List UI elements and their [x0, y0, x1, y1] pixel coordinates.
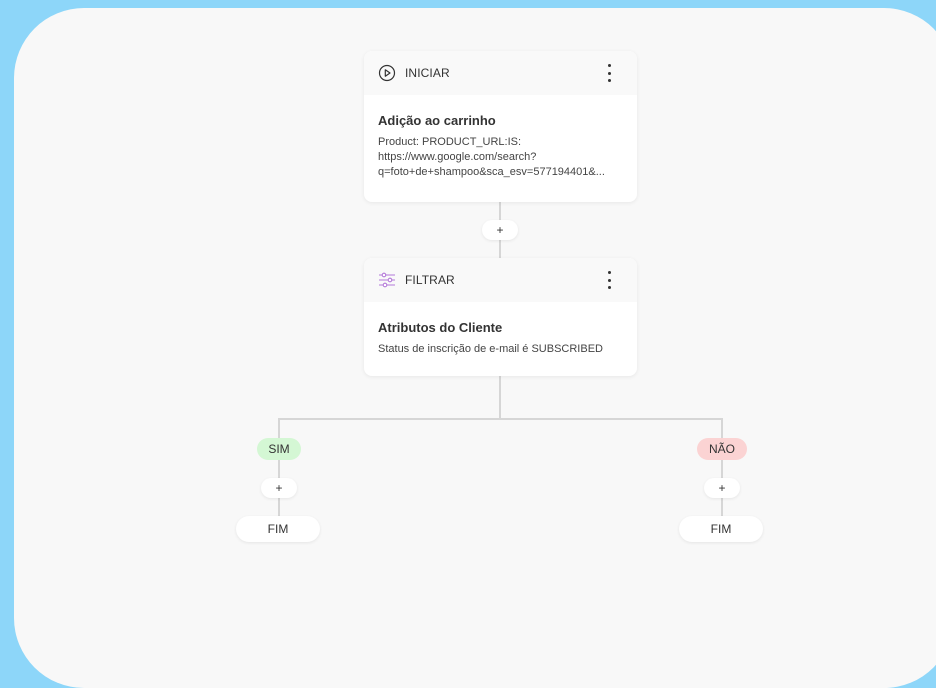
filter-node-title: Atributos do Cliente: [378, 320, 503, 335]
no-branch-badge: NÃO: [697, 438, 747, 460]
add-step-button[interactable]: +: [482, 220, 518, 240]
connector-branch-horizontal: [278, 418, 723, 420]
start-node-description: Product: PRODUCT_URL:IS: https://www.goo…: [378, 135, 623, 180]
no-branch-add-button[interactable]: +: [704, 478, 740, 498]
yes-branch-add-button[interactable]: +: [261, 478, 297, 498]
yes-branch-badge: SIM: [257, 438, 301, 460]
filter-node-description: Status de inscrição de e-mail é SUBSCRIB…: [378, 343, 603, 355]
start-node-line: q=foto+de+shampoo&sca_esv=577194401&...: [378, 166, 605, 178]
play-circle-icon: [378, 64, 396, 82]
connector-filter-down: [499, 376, 501, 419]
filter-node-body: Atributos do Cliente Status de inscrição…: [364, 302, 637, 371]
connector-start-to-plus: [499, 202, 501, 222]
filter-node-label: FILTRAR: [405, 273, 455, 287]
filter-node[interactable]: FILTRAR Atributos do Cliente Status de i…: [364, 258, 637, 376]
start-node-header: INICIAR: [364, 51, 637, 95]
start-node-more-icon[interactable]: [603, 64, 615, 82]
connector-no-down: [721, 418, 723, 439]
filter-node-header: FILTRAR: [364, 258, 637, 302]
start-node-label: INICIAR: [405, 66, 450, 80]
start-node[interactable]: INICIAR Adição ao carrinho Product: PROD…: [364, 51, 637, 202]
no-branch-end: FIM: [679, 516, 763, 542]
connector-no-badge-to-plus: [721, 459, 723, 479]
start-node-body: Adição ao carrinho Product: PRODUCT_URL:…: [364, 95, 637, 194]
start-node-line: https://www.google.com/search?: [378, 151, 537, 163]
start-node-line: Product: PRODUCT_URL:IS:: [378, 136, 522, 148]
yes-branch-end: FIM: [236, 516, 320, 542]
filter-sliders-icon: [378, 271, 396, 289]
connector-yes-badge-to-plus: [278, 459, 280, 479]
connector-no-plus-to-end: [721, 497, 723, 517]
connector-plus-to-filter: [499, 240, 501, 260]
start-node-title: Adição ao carrinho: [378, 113, 496, 128]
connector-yes-down: [278, 418, 280, 439]
connector-yes-plus-to-end: [278, 497, 280, 517]
filter-node-more-icon[interactable]: [603, 271, 615, 289]
